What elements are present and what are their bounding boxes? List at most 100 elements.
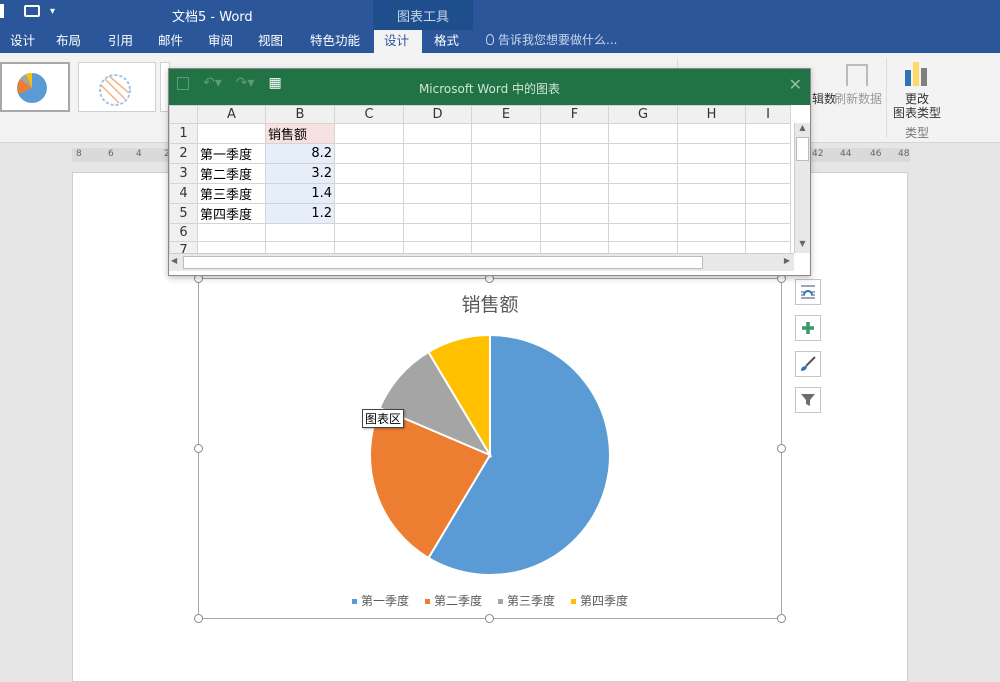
scroll-thumb[interactable] bbox=[796, 137, 809, 161]
cell[interactable] bbox=[608, 143, 678, 164]
horizontal-scrollbar[interactable]: ◀ ▶ bbox=[169, 253, 794, 271]
spreadsheet-titlebar[interactable]: ↶▾ ↷▾ ▦ Microsoft Word 中的图表 ✕ bbox=[169, 69, 810, 105]
cell[interactable] bbox=[403, 203, 472, 224]
scroll-left-arrow[interactable]: ◀ bbox=[171, 256, 177, 265]
cell[interactable] bbox=[403, 143, 472, 164]
legend-item-q2[interactable]: 第二季度 bbox=[424, 592, 482, 609]
cell[interactable] bbox=[540, 123, 609, 144]
legend-item-q3[interactable]: 第三季度 bbox=[498, 592, 555, 609]
row-header[interactable]: 1 bbox=[169, 123, 198, 144]
tab-design-doc[interactable]: 设计 bbox=[0, 30, 45, 53]
resize-handle[interactable] bbox=[777, 614, 786, 623]
resize-handle[interactable] bbox=[777, 444, 786, 453]
cell[interactable] bbox=[608, 183, 678, 204]
legend-item-q4[interactable]: 第四季度 bbox=[571, 592, 628, 609]
cell-a2[interactable]: 第一季度 bbox=[197, 143, 266, 164]
cell[interactable] bbox=[403, 163, 472, 184]
column-header[interactable]: H bbox=[677, 105, 746, 124]
select-all-corner[interactable] bbox=[169, 105, 198, 124]
column-header[interactable]: D bbox=[403, 105, 472, 124]
chart-title[interactable]: 销售额 bbox=[198, 290, 782, 317]
tab-chart-design[interactable]: 设计 bbox=[374, 30, 422, 53]
tab-review[interactable]: 审阅 bbox=[198, 30, 243, 53]
cell[interactable] bbox=[540, 223, 609, 242]
layout-options-button[interactable] bbox=[795, 279, 821, 305]
cell[interactable] bbox=[745, 143, 791, 164]
cell-b5[interactable]: 1.2 bbox=[265, 203, 335, 224]
cell-a5[interactable]: 第四季度 bbox=[197, 203, 266, 224]
cell[interactable] bbox=[677, 163, 746, 184]
cell[interactable] bbox=[334, 143, 404, 164]
cell[interactable] bbox=[608, 123, 678, 144]
edit-data-label[interactable]: 辑数 bbox=[812, 92, 836, 106]
resize-handle[interactable] bbox=[194, 614, 203, 623]
scroll-down-arrow[interactable]: ▼ bbox=[795, 239, 810, 253]
cell[interactable] bbox=[471, 183, 541, 204]
cell-a4[interactable]: 第三季度 bbox=[197, 183, 266, 204]
cell[interactable] bbox=[334, 183, 404, 204]
resize-handle[interactable] bbox=[485, 614, 494, 623]
vertical-scrollbar[interactable]: ▲ ▼ bbox=[794, 123, 810, 253]
cell[interactable] bbox=[403, 223, 472, 242]
cell[interactable] bbox=[745, 163, 791, 184]
chart-data-spreadsheet-window[interactable]: ↶▾ ↷▾ ▦ Microsoft Word 中的图表 ✕ A B C D E … bbox=[168, 68, 811, 276]
cell[interactable] bbox=[608, 163, 678, 184]
cell[interactable] bbox=[540, 183, 609, 204]
open-folder-icon[interactable] bbox=[24, 5, 40, 17]
save-icon[interactable] bbox=[0, 4, 4, 18]
cell[interactable] bbox=[540, 203, 609, 224]
cell[interactable] bbox=[608, 203, 678, 224]
cell[interactable] bbox=[745, 203, 791, 224]
column-header[interactable]: E bbox=[471, 105, 541, 124]
cell[interactable] bbox=[471, 163, 541, 184]
cell[interactable] bbox=[608, 223, 678, 242]
cell[interactable] bbox=[403, 183, 472, 204]
cell-b1[interactable]: 销售额 bbox=[265, 123, 335, 144]
tell-me-search[interactable]: 告诉我您想要做什么... bbox=[486, 31, 617, 48]
row-header[interactable]: 3 bbox=[169, 163, 198, 184]
row-header[interactable]: 4 bbox=[169, 183, 198, 204]
tab-references[interactable]: 引用 bbox=[98, 30, 143, 53]
customize-qat-icon[interactable]: ▾ bbox=[50, 6, 55, 17]
column-header[interactable]: F bbox=[540, 105, 609, 124]
cell[interactable] bbox=[745, 223, 791, 242]
tab-view[interactable]: 视图 bbox=[248, 30, 293, 53]
cell[interactable] bbox=[334, 163, 404, 184]
cell[interactable] bbox=[334, 203, 404, 224]
cell[interactable] bbox=[334, 123, 404, 144]
cell[interactable] bbox=[745, 183, 791, 204]
row-header[interactable]: 6 bbox=[169, 223, 198, 242]
cell-b2[interactable]: 8.2 bbox=[265, 143, 335, 164]
tab-chart-format[interactable]: 格式 bbox=[424, 30, 469, 53]
cell[interactable] bbox=[471, 143, 541, 164]
column-header[interactable]: C bbox=[334, 105, 404, 124]
scroll-right-arrow[interactable]: ▶ bbox=[784, 256, 790, 265]
column-header[interactable]: I bbox=[745, 105, 791, 124]
pie-chart[interactable] bbox=[360, 325, 620, 585]
tab-layout[interactable]: 布局 bbox=[46, 30, 91, 53]
column-header[interactable]: B bbox=[265, 105, 335, 124]
cell[interactable] bbox=[677, 203, 746, 224]
refresh-data-button[interactable]: 刷新数据 bbox=[834, 92, 882, 106]
cell-a3[interactable]: 第二季度 bbox=[197, 163, 266, 184]
chart-style-1[interactable] bbox=[0, 62, 70, 112]
scroll-up-arrow[interactable]: ▲ bbox=[795, 123, 810, 137]
cell[interactable] bbox=[197, 223, 266, 242]
legend-item-q1[interactable]: 第一季度 bbox=[351, 592, 409, 609]
cell-b4[interactable]: 1.4 bbox=[265, 183, 335, 204]
tab-mailings[interactable]: 邮件 bbox=[148, 30, 193, 53]
chart-elements-button[interactable] bbox=[795, 315, 821, 341]
close-icon[interactable]: ✕ bbox=[789, 75, 802, 94]
chart-styles-button[interactable] bbox=[795, 351, 821, 377]
scroll-thumb[interactable] bbox=[183, 256, 703, 269]
cell[interactable] bbox=[471, 123, 541, 144]
tab-special-features[interactable]: 特色功能 bbox=[300, 30, 370, 53]
cell[interactable] bbox=[403, 123, 472, 144]
chart-legend[interactable]: 第一季度 第二季度 第三季度 第四季度 bbox=[198, 592, 782, 609]
row-header[interactable]: 5 bbox=[169, 203, 198, 224]
cell[interactable] bbox=[745, 123, 791, 144]
column-header[interactable]: G bbox=[608, 105, 678, 124]
cell-b3[interactable]: 3.2 bbox=[265, 163, 335, 184]
cell[interactable] bbox=[677, 183, 746, 204]
change-chart-type-button[interactable]: 更改 图表类型 bbox=[893, 92, 941, 120]
